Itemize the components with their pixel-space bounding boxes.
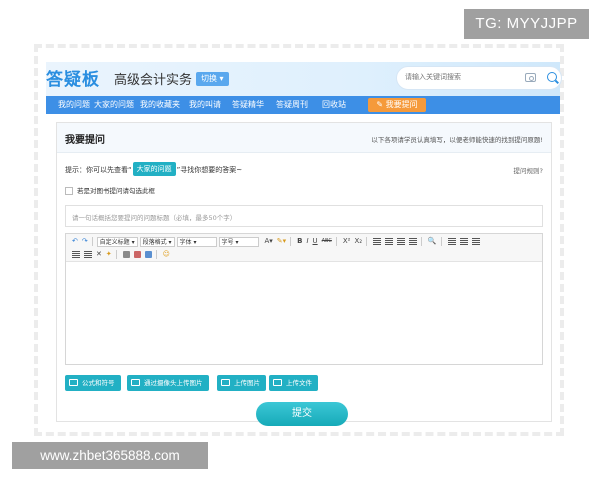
camera-upload-icon	[131, 378, 140, 386]
nav-my-favorites[interactable]: 我的收藏夹	[140, 96, 180, 114]
superscript-button[interactable]: X²	[341, 236, 353, 247]
editor-toolbar: ↶ ↷ 自定义标题 ▾ 段落格式 ▾ 字体 ▾ 字号 ▾ A▾ ✎▾ B I U ABC X² X…	[66, 234, 542, 262]
custom-title-label: 自定义标题	[99, 238, 130, 246]
divider	[290, 237, 292, 246]
redo-icon[interactable]: ↷	[80, 236, 90, 247]
upload-image-button[interactable]: 上传图片	[217, 375, 266, 391]
question-rules-link[interactable]: 提问规则?	[514, 165, 543, 175]
align-center-icon[interactable]	[384, 238, 393, 245]
spacing-icon[interactable]	[471, 238, 480, 245]
table-icon[interactable]	[122, 251, 130, 258]
tip-line: 提示：你可以先查看“ 大家的问题 ”寻找你想要的答案~	[65, 162, 243, 177]
paragraph-format-label: 段落格式	[142, 238, 167, 246]
upload-file-button[interactable]: 上传文件	[269, 375, 318, 391]
formula-label: 公式和符号	[82, 379, 115, 387]
ask-question-label: 我要提问	[385, 100, 418, 109]
camera-upload-label: 通过摄像头上传图片	[144, 379, 203, 387]
attachment-icon[interactable]	[144, 251, 152, 258]
screenshot-frame: 答疑板 高级会计实务 切换 ▾ 我的问题 大家的问题 我的收藏夹 我的叫请 答疑…	[34, 44, 564, 436]
question-title-field[interactable]: 请一句话概括您要提问的问题标题（必填，最多50个字）	[65, 205, 543, 227]
indent-icon[interactable]	[447, 238, 456, 245]
paragraph-format-select[interactable]: 段落格式 ▾	[139, 236, 175, 247]
camera-upload-button[interactable]: 通过摄像头上传图片	[127, 375, 209, 391]
font-size-label: 字号	[221, 238, 234, 246]
panel-title: 我要提问	[65, 135, 105, 146]
main-nav: 我的问题 大家的问题 我的收藏夹 我的叫请 答疑精华 答疑周刊 回收站 ✎ 我要…	[46, 96, 560, 114]
book-question-checkbox[interactable]	[65, 187, 73, 195]
divider	[420, 237, 422, 246]
switch-label: 切换	[201, 74, 217, 83]
formula-button[interactable]: 公式和符号	[65, 375, 121, 391]
upload-file-label: 上传文件	[286, 379, 312, 387]
nav-recycle-bin[interactable]: 回收站	[322, 96, 346, 114]
file-upload-icon	[273, 378, 282, 386]
find-icon[interactable]: 🔍	[426, 236, 439, 247]
tg-watermark: TG: MYYJJPP	[464, 9, 589, 39]
camera-icon[interactable]	[525, 73, 536, 82]
align-justify-icon[interactable]	[408, 238, 417, 245]
nav-weekly[interactable]: 答疑周刊	[276, 96, 308, 114]
nav-all-questions[interactable]: 大家的问题	[94, 96, 134, 114]
divider	[115, 250, 117, 259]
divider	[366, 237, 368, 246]
search-icon[interactable]	[547, 72, 557, 82]
submit-button[interactable]: 提交	[256, 402, 348, 426]
tip-suffix: ”寻找你想要的答案~	[176, 166, 243, 174]
panel-note: 以下各项请学员认真填写，以便老师能快速的找到提问原题!	[371, 136, 543, 144]
image-icon[interactable]	[133, 251, 141, 258]
font-family-select[interactable]: 字体 ▾	[176, 236, 217, 247]
divider	[91, 237, 93, 246]
emoji-icon[interactable]: ☺	[161, 249, 172, 260]
subject-title: 高级会计实务	[114, 73, 193, 88]
bold-button[interactable]: B	[295, 236, 304, 247]
question-title-placeholder: 请一句话概括您要提问的问题标题（必填，最多50个字）	[72, 214, 237, 222]
highlight-icon[interactable]: ✎▾	[275, 236, 288, 247]
url-watermark: www.zhbet365888.com	[12, 442, 208, 469]
align-right-icon[interactable]	[396, 238, 405, 245]
format-painter-icon[interactable]: ✦	[104, 249, 114, 260]
book-question-label: 若是对图书提问请勾选此框	[77, 187, 155, 195]
font-color-label: A	[264, 237, 270, 245]
nav-my-questions[interactable]: 我的问题	[58, 96, 90, 114]
book-question-row: 若是对图书提问请勾选此框	[65, 185, 155, 195]
align-left-icon[interactable]	[372, 238, 381, 245]
rich-text-editor: ↶ ↷ 自定义标题 ▾ 段落格式 ▾ 字体 ▾ 字号 ▾ A▾ ✎▾ B I U ABC X² X…	[65, 233, 543, 365]
line-height-icon[interactable]	[459, 238, 468, 245]
search-box	[396, 66, 562, 90]
image-upload-icon	[221, 378, 230, 386]
toolbar-row-2: ✕ ✦ ☺	[70, 249, 172, 262]
unordered-list-icon[interactable]	[84, 251, 92, 258]
site-logo[interactable]: 答疑板	[46, 65, 100, 90]
font-family-label: 字体	[179, 238, 192, 246]
panel-header: 我要提问 以下各项请学员认真填写，以便老师能快速的找到提问原题!	[57, 123, 551, 153]
all-questions-link[interactable]: 大家的问题	[132, 162, 176, 176]
search-input[interactable]	[405, 73, 515, 81]
subscript-button[interactable]: X₂	[352, 236, 364, 247]
undo-icon[interactable]: ↶	[70, 236, 80, 247]
ask-question-button[interactable]: ✎ 我要提问	[368, 98, 426, 112]
divider	[155, 250, 157, 259]
strikethrough-button[interactable]: ABC	[320, 236, 334, 247]
switch-subject-button[interactable]: 切换 ▾	[196, 72, 229, 86]
font-size-select[interactable]: 字号 ▾	[218, 236, 259, 247]
tip-prefix: 提示：你可以先查看“	[65, 166, 132, 174]
header-banner: 答疑板 高级会计实务 切换 ▾	[46, 62, 562, 96]
nav-essence[interactable]: 答疑精华	[232, 96, 264, 114]
font-color-button[interactable]: A▾	[262, 236, 274, 247]
divider	[440, 237, 442, 246]
nav-my-requests[interactable]: 我的叫请	[189, 96, 221, 114]
ask-panel: 我要提问 以下各项请学员认真填写，以便老师能快速的找到提问原题! 提示：你可以先…	[56, 122, 552, 422]
formula-icon	[69, 378, 78, 386]
custom-title-select[interactable]: 自定义标题 ▾	[96, 236, 138, 247]
remove-format-icon[interactable]: ✕	[94, 249, 104, 260]
toolbar-row-1: ↶ ↷ 自定义标题 ▾ 段落格式 ▾ 字体 ▾ 字号 ▾ A▾ ✎▾ B I U ABC X² X…	[70, 236, 482, 249]
ordered-list-icon[interactable]	[72, 251, 80, 258]
underline-button[interactable]: U	[311, 236, 320, 247]
upload-image-label: 上传图片	[234, 379, 260, 387]
divider	[335, 237, 337, 246]
